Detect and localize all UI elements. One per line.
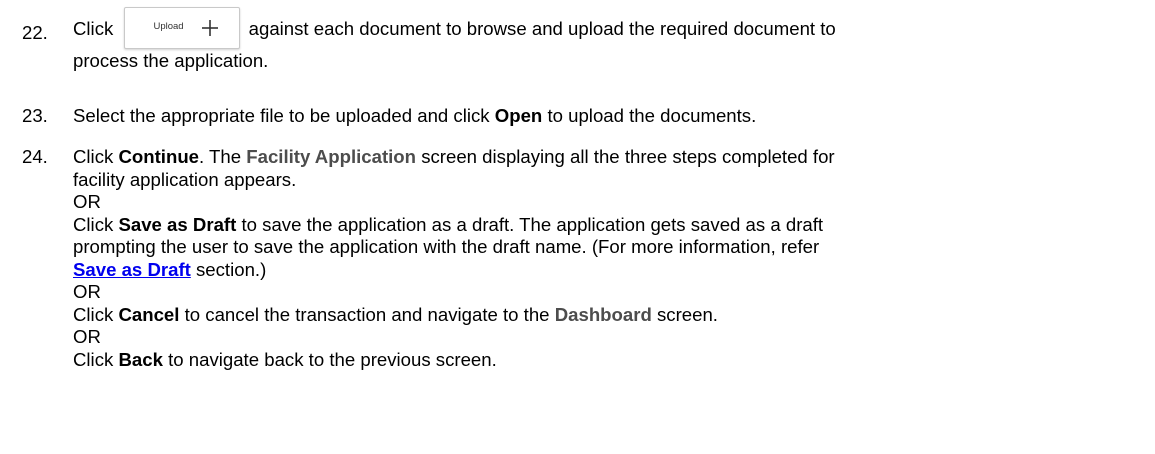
step-24: 24. Click Continue. The Facility Applica… bbox=[22, 146, 1145, 371]
save-as-draft-term: Save as Draft bbox=[118, 213, 237, 235]
line: prompting the user to save the applicati… bbox=[73, 236, 820, 257]
or-separator: OR bbox=[73, 191, 101, 212]
text: Click bbox=[73, 348, 114, 370]
step-body: Click Upload against each document to br… bbox=[73, 7, 1145, 73]
text: to save the application as a draft. The … bbox=[241, 213, 824, 235]
cancel-term: Cancel bbox=[118, 303, 180, 325]
text: Click bbox=[73, 146, 114, 167]
or-separator: OR bbox=[73, 326, 101, 347]
step-number: 23. bbox=[22, 105, 48, 126]
text: screen. bbox=[657, 303, 718, 325]
line: Click Save as Draft to save the applicat… bbox=[73, 214, 1145, 237]
text: against each document to browse and uplo… bbox=[248, 18, 836, 39]
step-body: Click Continue. The Facility Application… bbox=[73, 146, 1145, 371]
or-separator: OR bbox=[73, 281, 101, 302]
line: Click Upload against each document to br… bbox=[73, 7, 1145, 50]
text: to navigate back to the previous screen. bbox=[168, 348, 497, 370]
step-body: Select the appropriate file to be upload… bbox=[73, 105, 1145, 128]
step-number: 24. bbox=[22, 146, 48, 167]
open-term: Open bbox=[494, 105, 543, 126]
text: Select the appropriate file to be upload… bbox=[73, 105, 490, 126]
line: Save as Draft section.) bbox=[73, 259, 1145, 282]
line: Click Continue. The Facility Application… bbox=[73, 146, 1145, 169]
plus-icon bbox=[202, 20, 219, 37]
facility-application-term: Facility Application bbox=[246, 146, 417, 167]
continue-term: Continue bbox=[118, 146, 200, 167]
line: facility application appears. bbox=[73, 168, 297, 190]
text: . The bbox=[199, 146, 242, 167]
step-23: 23. Select the appropriate file to be up… bbox=[22, 105, 1145, 128]
text: to cancel the transaction and navigate t… bbox=[184, 303, 550, 325]
line: Click Back to navigate back to the previ… bbox=[73, 349, 1145, 372]
text: section.) bbox=[196, 258, 267, 280]
line: process the application. bbox=[73, 50, 269, 71]
step-number: 22. bbox=[22, 22, 48, 43]
back-term: Back bbox=[118, 348, 163, 370]
text: to upload the documents. bbox=[547, 105, 757, 126]
document: 22. Click Upload against each document t… bbox=[0, 0, 1155, 454]
step-22: 22. Click Upload against each document t… bbox=[22, 7, 1145, 73]
dashboard-term: Dashboard bbox=[554, 303, 652, 325]
upload-button[interactable]: Upload bbox=[124, 7, 241, 50]
upload-button-label: Upload bbox=[153, 21, 184, 33]
text: Click bbox=[73, 213, 114, 235]
text: Click bbox=[73, 18, 114, 39]
line: Click Cancel to cancel the transaction a… bbox=[73, 304, 1145, 327]
text: screen displaying all the three steps co… bbox=[421, 146, 835, 167]
save-as-draft-link[interactable]: Save as Draft bbox=[73, 259, 191, 280]
text: Click bbox=[73, 303, 114, 325]
